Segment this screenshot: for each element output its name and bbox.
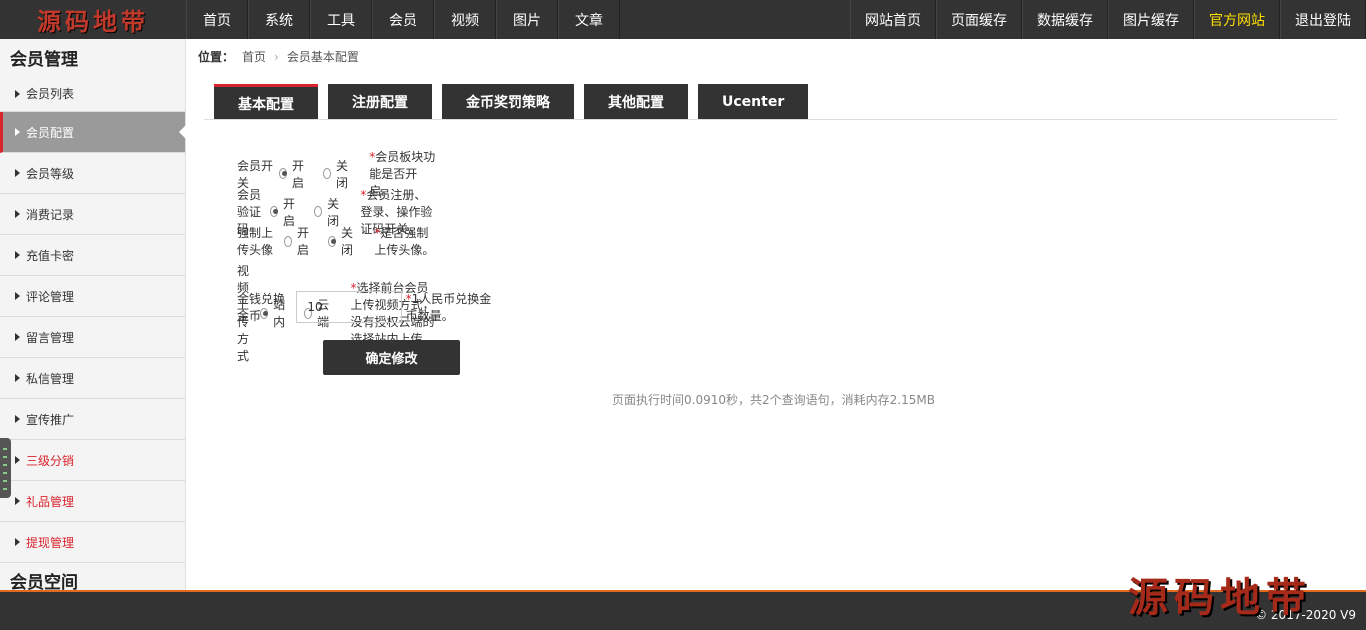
breadcrumb-current: 会员基本配置 — [286, 50, 359, 64]
caret-right-icon — [15, 333, 20, 341]
breadcrumb: 位置： 首页 › 会员基本配置 — [198, 48, 359, 65]
nav-image-cache[interactable]: 图片缓存 — [1108, 0, 1194, 39]
nav-video[interactable]: 视频 — [434, 0, 496, 39]
caret-right-icon — [15, 374, 20, 382]
radio-enable[interactable]: 开启 — [284, 224, 312, 258]
nav-page-cache[interactable]: 页面缓存 — [936, 0, 1022, 39]
sidebar-item-label: 提现管理 — [26, 535, 75, 550]
breadcrumb-home[interactable]: 首页 — [242, 48, 266, 65]
caret-right-icon — [15, 169, 20, 177]
field-label: 金钱兑换金币 — [237, 292, 286, 323]
sidebar-item-label: 三级分销 — [26, 453, 75, 468]
radio-icon — [279, 168, 287, 179]
caret-right-icon — [15, 292, 20, 300]
sidebar-item-member-config[interactable]: 会员配置 — [0, 112, 186, 153]
tab-ucenter[interactable]: Ucenter — [698, 84, 809, 119]
caret-right-icon — [15, 538, 20, 546]
sidebar-item-withdraw[interactable]: 提现管理 — [0, 522, 185, 563]
nav-site-home[interactable]: 网站首页 — [850, 0, 936, 39]
hint-text: 是否强制上传头像。 — [374, 226, 435, 257]
utility-nav: 网站首页 页面缓存 数据缓存 图片缓存 官方网站 退出登陆 — [850, 0, 1366, 39]
caret-right-icon — [15, 497, 20, 505]
radio-icon — [323, 168, 331, 179]
form-row-money: 金钱兑换金币 10 *1人民币兑换金币数量。 — [237, 290, 498, 324]
top-navbar: 源码地带 首页 系统 工具 会员 视频 图片 文章 网站首页 页面缓存 数据缓存… — [0, 0, 1366, 39]
sidebar-item-distribution[interactable]: 三级分销 — [0, 440, 185, 481]
tab-other[interactable]: 其他配置 — [584, 84, 688, 119]
grip-line — [3, 464, 7, 466]
sidebar-item-label: 宣传推广 — [26, 412, 75, 427]
sidebar-item-messages[interactable]: 留言管理 — [0, 317, 185, 358]
tab-coin-rules[interactable]: 金币奖罚策略 — [442, 84, 574, 119]
nav-article[interactable]: 文章 — [558, 0, 620, 39]
sidebar-title: 会员管理 — [10, 50, 78, 70]
nav-data-cache[interactable]: 数据缓存 — [1022, 0, 1108, 39]
sidebar-item-private-msg[interactable]: 私信管理 — [0, 358, 185, 399]
sidebar-item-label: 礼品管理 — [26, 494, 75, 509]
tab-basic[interactable]: 基本配置 — [214, 84, 318, 119]
radio-disable[interactable]: 关闭 — [328, 224, 356, 258]
sidebar-item-recharge-card[interactable]: 充值卡密 — [0, 235, 185, 276]
field-label: 强制上传头像 — [237, 226, 274, 257]
caret-right-icon — [15, 251, 20, 259]
nav-system[interactable]: 系统 — [248, 0, 310, 39]
radio-label: 开启 — [297, 226, 310, 257]
grip-line — [3, 480, 7, 482]
nav-official-site[interactable]: 官方网站 — [1194, 0, 1280, 39]
sidebar: 会员管理 会员列表 会员配置 会员等级 消费记录 充值卡密 评论管理 留言管理 … — [0, 39, 186, 593]
runtime-note: 页面执行时间0.0910秒，共2个查询语句，消耗内存2.15MB — [612, 393, 935, 407]
caret-right-icon — [15, 89, 20, 98]
main-nav: 首页 系统 工具 会员 视频 图片 文章 — [186, 0, 620, 39]
caret-right-icon — [15, 210, 20, 218]
sidebar-item-consumption[interactable]: 消费记录 — [0, 194, 185, 235]
caret-right-icon — [15, 456, 20, 464]
caret-right-icon — [15, 128, 20, 136]
watermark-logo: 源码地带 — [1128, 574, 1312, 621]
grip-line — [3, 456, 7, 458]
form-row-avatar: 强制上传头像 开启 关闭 *是否强制上传头像。 — [237, 224, 437, 258]
sidebar-item-member-list[interactable]: 会员列表 — [0, 76, 185, 112]
tab-register[interactable]: 注册配置 — [328, 84, 432, 119]
tabs-divider — [204, 119, 1337, 120]
coin-rate-input[interactable]: 10 — [296, 291, 402, 323]
breadcrumb-prefix: 位置： — [198, 50, 235, 64]
radio-icon — [270, 206, 279, 217]
radio-icon — [284, 235, 293, 247]
grip-line — [3, 472, 7, 474]
sidebar-item-label: 评论管理 — [26, 289, 75, 304]
radio-icon — [314, 206, 323, 217]
site-logo[interactable]: 源码地带 — [0, 0, 186, 39]
nav-member[interactable]: 会员 — [372, 0, 434, 39]
nav-image[interactable]: 图片 — [496, 0, 558, 39]
sidebar-item-member-level[interactable]: 会员等级 — [0, 153, 185, 194]
nav-logout[interactable]: 退出登陆 — [1280, 0, 1366, 39]
field-hint: *1人民币兑换金币数量。 — [406, 290, 498, 324]
nav-tools[interactable]: 工具 — [310, 0, 372, 39]
sidebar-item-comments[interactable]: 评论管理 — [0, 276, 185, 317]
sidebar-item-gifts[interactable]: 礼品管理 — [0, 481, 185, 522]
nav-home[interactable]: 首页 — [186, 0, 248, 39]
field-hint: *是否强制上传头像。 — [374, 224, 437, 258]
grip-line — [3, 488, 7, 490]
radio-icon — [328, 235, 337, 247]
radio-label: 关闭 — [341, 226, 354, 257]
hint-text: 1人民币兑换金币数量。 — [405, 292, 492, 323]
sidebar-item-label: 留言管理 — [26, 330, 75, 345]
sidebar-item-label: 私信管理 — [26, 371, 75, 386]
sidebar-toggle-handle[interactable] — [0, 438, 11, 498]
sidebar-item-label: 充值卡密 — [26, 248, 75, 263]
submit-button[interactable]: 确定修改 — [323, 340, 460, 375]
sidebar-item-label: 消费记录 — [26, 207, 75, 222]
grip-line — [3, 448, 7, 450]
caret-right-icon — [15, 415, 20, 423]
sidebar-item-label: 会员配置 — [26, 125, 75, 140]
sidebar-item-label: 会员列表 — [26, 87, 75, 101]
sidebar-item-promotion[interactable]: 宣传推广 — [0, 399, 185, 440]
sidebar-item-label: 会员等级 — [26, 166, 75, 181]
config-tabs: 基本配置 注册配置 金币奖罚策略 其他配置 Ucenter — [214, 84, 809, 119]
breadcrumb-separator-icon: › — [274, 49, 279, 64]
